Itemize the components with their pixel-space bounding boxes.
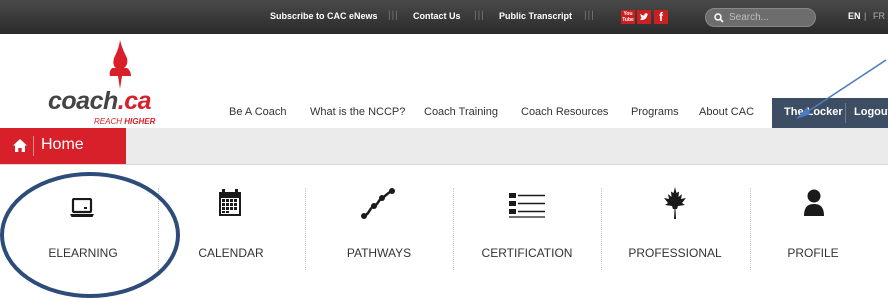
logo-wordmark: coach.ca: [48, 87, 152, 116]
locker-nav-block: The Locker Logout: [772, 98, 888, 128]
tile-elearning[interactable]: ELEARNING: [13, 196, 153, 276]
topbar-separator: |||: [388, 10, 399, 21]
maple-leaf-logo-icon: [109, 40, 131, 89]
nav-coach-training[interactable]: Coach Training: [424, 106, 498, 118]
tile-label: PROFILE: [787, 246, 839, 260]
logout-link[interactable]: Logout: [854, 106, 888, 118]
search-box[interactable]: [705, 8, 816, 27]
tile-divider: [601, 188, 602, 270]
calendar-icon: [219, 189, 241, 216]
topbar-separator: |||: [584, 10, 595, 21]
tile-label: CALENDAR: [198, 246, 264, 260]
tile-certification[interactable]: CERTIFICATION: [457, 193, 597, 276]
logo-word-coach: coach: [48, 87, 118, 115]
tile-professional[interactable]: PROFESSIONAL: [605, 187, 745, 276]
tile-calendar[interactable]: CALENDAR: [161, 189, 301, 276]
certification-icon: [509, 193, 545, 218]
public-transcript-link[interactable]: Public Transcript: [499, 11, 572, 21]
tile-pathways[interactable]: PATHWAYS: [309, 188, 449, 276]
laptop-icon: [70, 198, 94, 217]
tagline-reach: REACH: [94, 117, 123, 126]
nav-what-is-nccp[interactable]: What is the NCCP?: [310, 106, 405, 118]
logo-word-ca: .ca: [117, 87, 152, 115]
tile-label: PROFESSIONAL: [628, 246, 722, 260]
breadcrumb-bar: Home: [0, 128, 888, 165]
nav-coach-resources[interactable]: Coach Resources: [521, 106, 608, 118]
tile-label: ELEARNING: [48, 246, 118, 260]
tile-profile[interactable]: PROFILE: [743, 189, 883, 276]
maple-leaf-icon: [664, 187, 686, 219]
pathway-icon: [361, 188, 395, 219]
topbar-separator: |||: [474, 10, 485, 21]
youtube-icon[interactable]: You Tube: [621, 10, 635, 24]
facebook-icon[interactable]: f: [654, 10, 668, 24]
top-utility-bar: Subscribe to CAC eNews ||| Contact Us ||…: [0, 0, 888, 34]
youtube-label-bottom: Tube: [622, 17, 634, 23]
tile-label: PATHWAYS: [346, 246, 412, 260]
nav-programs[interactable]: Programs: [631, 106, 679, 118]
search-input[interactable]: [729, 11, 809, 24]
coach-ca-logo[interactable]: coach.ca REACH HIGHER: [48, 40, 155, 126]
locker-divider: [845, 103, 846, 123]
search-icon: [714, 13, 724, 23]
lang-fr-link[interactable]: FR: [873, 11, 885, 21]
tile-divider: [305, 188, 306, 270]
person-icon: [804, 189, 824, 216]
the-locker-link[interactable]: The Locker: [784, 106, 843, 118]
home-icon: [13, 139, 27, 152]
home-tab[interactable]: Home: [0, 128, 126, 164]
lang-separator: |: [864, 11, 867, 21]
twitter-icon[interactable]: [637, 10, 651, 24]
breadcrumb-home-label: Home: [41, 136, 84, 153]
logo-tagline: REACH HIGHER: [94, 117, 155, 126]
nav-about-cac[interactable]: About CAC: [699, 106, 754, 118]
subscribe-enews-link[interactable]: Subscribe to CAC eNews: [270, 11, 378, 21]
tile-divider: [158, 188, 159, 270]
contact-us-link[interactable]: Contact Us: [413, 11, 461, 21]
tile-label: CERTIFICATION: [481, 246, 573, 260]
nav-be-a-coach[interactable]: Be A Coach: [229, 106, 287, 118]
tagline-higher: HIGHER: [124, 117, 156, 126]
home-tab-divider: [33, 136, 34, 156]
tile-divider: [453, 188, 454, 270]
lang-en-link[interactable]: EN: [848, 11, 861, 21]
